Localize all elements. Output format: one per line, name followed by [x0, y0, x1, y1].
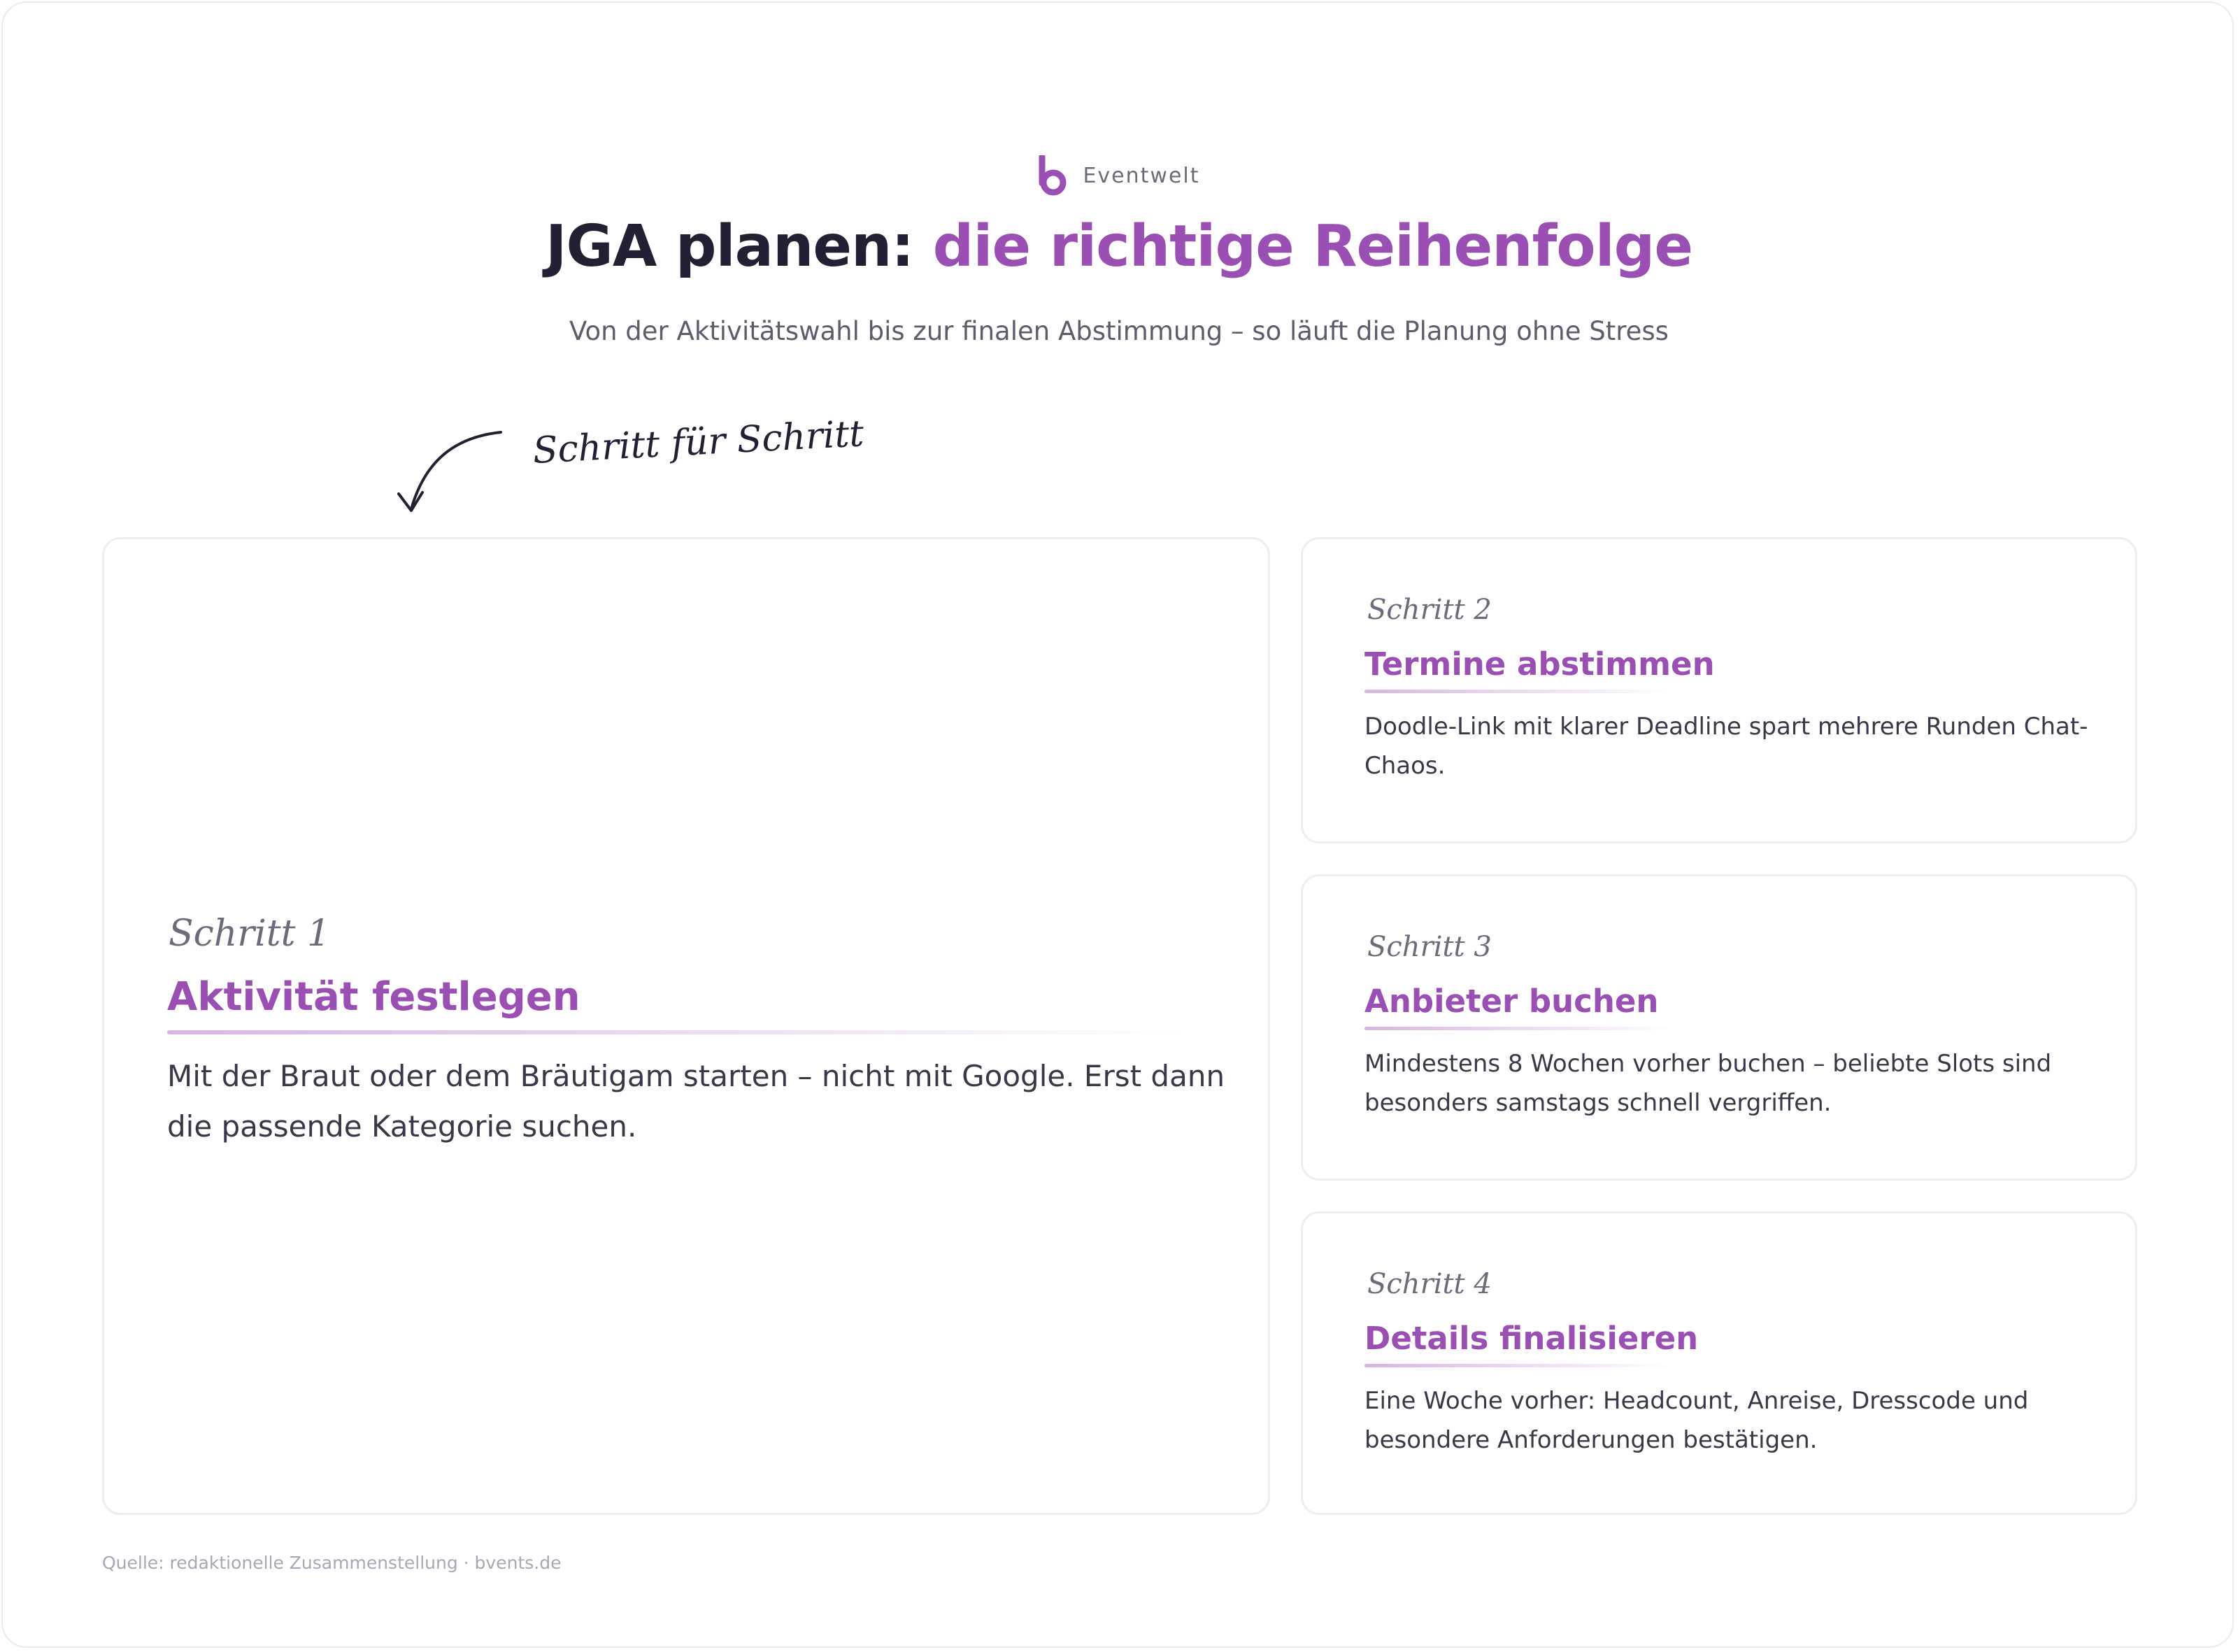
- b-logo-icon: [1039, 155, 1067, 196]
- step-title: Anbieter buchen: [1364, 983, 1659, 1020]
- brand-name: Eventwelt: [1083, 163, 1200, 188]
- step-title: Details finalisieren: [1364, 1320, 1699, 1357]
- step-label: Schritt 2: [1367, 594, 1492, 626]
- step-label: Schritt 1: [169, 913, 331, 955]
- title-main: JGA planen:: [546, 213, 933, 280]
- step-text: Eine Woche vorher: Headcount, Anreise, D…: [1364, 1387, 2029, 1454]
- step-text: Doodle-Link mit klarer Deadline spart me…: [1364, 713, 2088, 780]
- step-card-3: Schritt 3 Anbieter buchen Mindestens 8 W…: [1301, 874, 2137, 1181]
- step-card-2: Schritt 2 Termine abstimmen Doodle-Link …: [1301, 537, 2137, 843]
- title-underline: [1364, 1364, 1672, 1367]
- brand: Eventwelt: [0, 155, 2238, 196]
- title-underline: [1364, 1027, 1672, 1030]
- curved-arrow-down-icon: [397, 431, 502, 512]
- title-accent: die richtige Reihenfolge: [932, 213, 1693, 280]
- title-underline: [1364, 690, 1672, 693]
- step-title: Aktivität festlegen: [167, 974, 580, 1020]
- step-title: Termine abstimmen: [1364, 646, 1715, 683]
- step-text: Mindestens 8 Wochen vorher buchen – beli…: [1364, 1050, 2052, 1117]
- title-underline: [167, 1030, 1188, 1034]
- step-text: Mit der Braut oder dem Bräutigam starten…: [167, 1059, 1225, 1144]
- page-title: JGA planen: die richtige Reihenfolge: [0, 215, 2238, 278]
- step-label: Schritt 3: [1367, 931, 1492, 963]
- step-card-1: Schritt 1 Aktivität festlegen Mit der Br…: [102, 537, 1270, 1515]
- source-note: Quelle: redaktionelle Zusammenstellung ·…: [102, 1553, 562, 1573]
- page-subtitle: Von der Aktivitätswahl bis zur finalen A…: [569, 316, 1669, 346]
- step-card-4: Schritt 4 Details finalisieren Eine Woch…: [1301, 1211, 2137, 1515]
- step-label: Schritt 4: [1367, 1268, 1492, 1300]
